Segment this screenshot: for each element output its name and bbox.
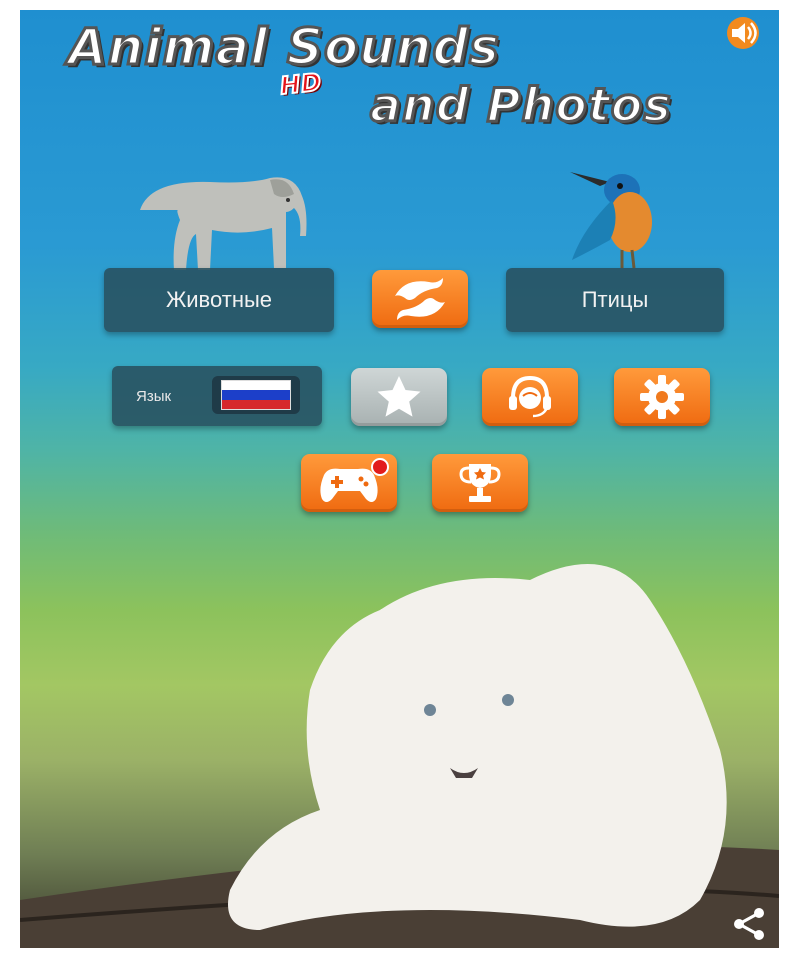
notification-badge xyxy=(371,458,389,476)
headset-icon xyxy=(509,375,551,418)
title-line-2: and Photos xyxy=(369,77,673,134)
dolphins-swap-icon xyxy=(395,278,445,320)
elephant-image xyxy=(140,177,307,270)
settings-button[interactable] xyxy=(614,368,710,426)
white-lion-cub-image xyxy=(20,564,779,948)
share-button[interactable] xyxy=(731,906,767,942)
star-icon xyxy=(377,376,421,417)
animals-category-button[interactable]: Животные xyxy=(104,268,334,332)
flag-container xyxy=(212,376,300,414)
app-title-logo: Animal Sounds HD and Photos xyxy=(60,17,779,138)
gear-icon xyxy=(640,375,684,419)
language-label: Язык xyxy=(136,388,172,405)
title-hd-badge: HD xyxy=(278,67,325,101)
russia-flag-icon xyxy=(221,380,291,410)
birds-label: Птицы xyxy=(581,287,649,312)
animals-label: Животные xyxy=(165,287,273,312)
title-line-1: Animal Sounds xyxy=(67,17,501,78)
app-screen: Animal Sounds HD and Photos Животные Пти… xyxy=(20,10,779,948)
language-selector[interactable]: Язык xyxy=(112,366,322,426)
swap-category-button[interactable] xyxy=(372,270,468,328)
sound-toggle-button[interactable] xyxy=(723,16,763,50)
games-button[interactable] xyxy=(301,454,397,512)
trophy-icon xyxy=(459,464,501,502)
favorites-button[interactable] xyxy=(351,368,447,426)
kingfisher-image xyxy=(570,172,652,269)
speaker-icon xyxy=(727,17,759,49)
birds-category-button[interactable]: Птицы xyxy=(506,268,724,332)
support-button[interactable] xyxy=(482,368,578,426)
share-icon xyxy=(734,908,764,940)
achievements-button[interactable] xyxy=(432,454,528,512)
